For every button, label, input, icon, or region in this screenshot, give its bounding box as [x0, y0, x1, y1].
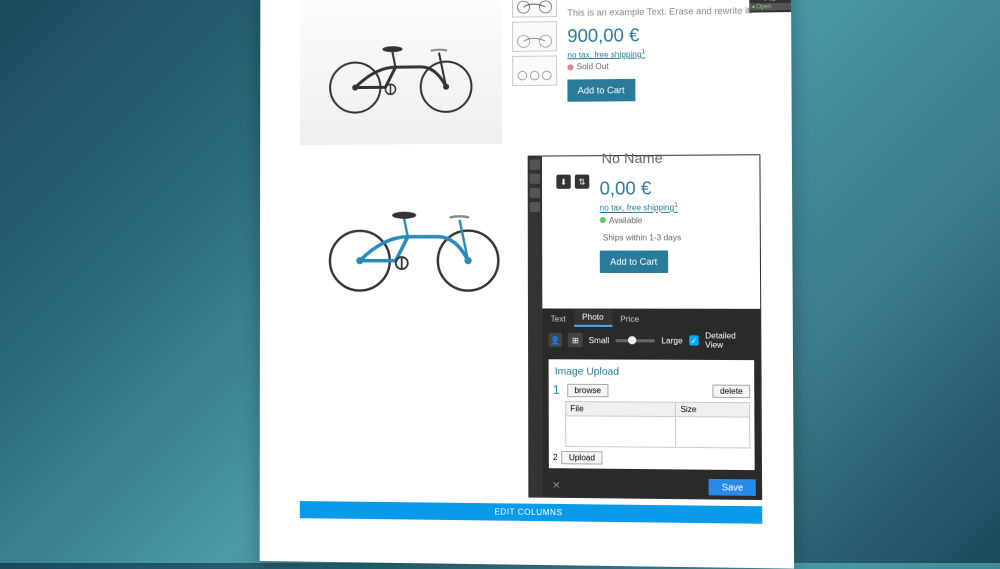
- product2-main-image[interactable]: [300, 156, 528, 470]
- image-upload-panel: Image Upload 1 browse delete File Size: [542, 353, 761, 476]
- jimdo-badge[interactable]: Jimdo Pro ◂ Open: [749, 0, 791, 13]
- close-editor-button[interactable]: ✕: [548, 480, 565, 491]
- product2-add-to-cart-button[interactable]: Add to Cart: [600, 250, 668, 272]
- product1-tax-link[interactable]: no tax, free shipping1: [567, 47, 760, 60]
- step-2-label: 2: [553, 453, 558, 462]
- product1-stock: Sold Out: [567, 61, 760, 72]
- size-small-label: Small: [589, 336, 610, 345]
- upload-button[interactable]: Upload: [562, 451, 603, 465]
- photo-toolbar: 👤 ⊞ Small Large ✓ Detailed View: [542, 327, 760, 354]
- product2-title[interactable]: No Name: [556, 149, 749, 166]
- detailed-view-label: Detailed View: [705, 331, 754, 350]
- editor-footer: ✕ Save: [543, 474, 761, 499]
- size-large-label: Large: [661, 336, 682, 345]
- product1-main-image[interactable]: [300, 0, 502, 145]
- side-delete-button[interactable]: [530, 188, 540, 198]
- save-button[interactable]: Save: [709, 479, 756, 496]
- upload-file-table: File Size: [565, 401, 750, 448]
- product1-thumb-1[interactable]: [512, 0, 557, 18]
- element-side-toolbar: [528, 156, 543, 498]
- table-row[interactable]: [566, 416, 750, 448]
- jimdo-open[interactable]: ◂ Open: [749, 3, 791, 11]
- product1-thumb-2[interactable]: [512, 21, 557, 52]
- edit-columns-bar[interactable]: EDIT COLUMNS: [300, 501, 762, 524]
- product-editor: No Name ⬇ ⇅ 0,00 € no tax, free shipping…: [300, 154, 762, 500]
- grid-icon[interactable]: ⊞: [569, 333, 583, 347]
- step-1-label: 1: [553, 383, 563, 397]
- product1-thumbnails: [512, 0, 557, 144]
- delete-button[interactable]: delete: [713, 384, 751, 398]
- product1-title: Ghostrider Edition: [567, 0, 759, 2]
- image-upload-title: Image Upload: [553, 363, 750, 383]
- product2-price: 0,00 €: [600, 178, 750, 200]
- product-ghostrider: Ghostrider Edition This is an example Te…: [300, 0, 760, 145]
- editor-tabs: Text Photo Price: [542, 308, 760, 327]
- col-size: Size: [676, 402, 750, 417]
- product2-tax-link[interactable]: no tax, free shipping1: [600, 201, 750, 212]
- size-slider[interactable]: [615, 339, 655, 342]
- swap-button[interactable]: ⇅: [575, 175, 589, 189]
- person-icon[interactable]: 👤: [549, 333, 563, 347]
- tab-photo[interactable]: Photo: [574, 310, 612, 327]
- product1-price: 900,00 €: [567, 23, 760, 47]
- side-copy-button[interactable]: [530, 174, 540, 184]
- side-move-button[interactable]: [530, 160, 540, 170]
- product1-thumb-3[interactable]: [512, 55, 557, 86]
- col-file: File: [566, 402, 676, 417]
- product2-available: Available: [600, 215, 750, 225]
- tab-text[interactable]: Text: [542, 312, 574, 327]
- bike-black-icon: [320, 16, 482, 118]
- detailed-view-checkbox[interactable]: ✓: [689, 335, 699, 345]
- side-settings-button[interactable]: [530, 202, 540, 212]
- bike-blue-icon: [318, 166, 511, 308]
- product1-add-to-cart-button[interactable]: Add to Cart: [567, 79, 635, 102]
- download-button[interactable]: ⬇: [556, 175, 570, 189]
- browse-button[interactable]: browse: [567, 383, 608, 396]
- product1-description: This is an example Text. Erase and rewri…: [567, 5, 760, 19]
- product2-shipping: Ships within 1-3 days: [600, 233, 750, 242]
- tab-price[interactable]: Price: [612, 312, 647, 327]
